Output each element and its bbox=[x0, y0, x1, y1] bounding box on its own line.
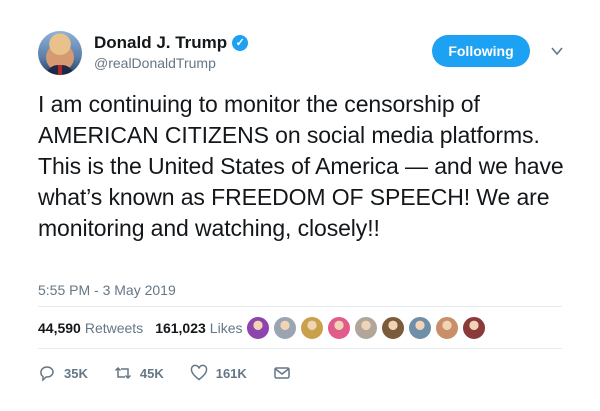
like-button[interactable]: 161K bbox=[190, 364, 247, 382]
avatar-tie bbox=[58, 65, 62, 75]
chevron-down-icon[interactable] bbox=[550, 44, 564, 58]
liker-avatar[interactable] bbox=[462, 316, 486, 340]
liker-avatar[interactable] bbox=[435, 316, 459, 340]
reply-button[interactable]: 35K bbox=[38, 364, 88, 382]
likes-count: 161,023 bbox=[155, 320, 206, 336]
reply-icon bbox=[40, 366, 54, 382]
reply-count: 35K bbox=[64, 365, 88, 381]
heart-icon bbox=[190, 364, 207, 381]
liker-avatar[interactable] bbox=[273, 316, 297, 340]
liker-avatar[interactable] bbox=[408, 316, 432, 340]
tweet-text: I am continuing to monitor the censorshi… bbox=[38, 91, 564, 241]
liker-avatar[interactable] bbox=[354, 316, 378, 340]
tweet-actions: 35K 45K 161K bbox=[38, 364, 317, 382]
user-handle[interactable]: @realDonaldTrump bbox=[94, 55, 216, 71]
likes-stat[interactable]: 161,023 Likes bbox=[155, 320, 242, 336]
liker-avatars bbox=[246, 316, 486, 340]
verified-badge-icon: ✓ bbox=[232, 35, 249, 51]
retweets-label: Retweets bbox=[84, 320, 144, 336]
tweet-card: Donald J. Trump ✓ @realDonaldTrump Follo… bbox=[0, 0, 600, 411]
liker-avatar[interactable] bbox=[381, 316, 405, 340]
following-button[interactable]: Following bbox=[432, 35, 530, 67]
display-name-text: Donald J. Trump bbox=[94, 33, 228, 52]
liker-avatar[interactable] bbox=[300, 316, 324, 340]
liker-avatar[interactable] bbox=[327, 316, 351, 340]
divider bbox=[38, 306, 562, 307]
like-count: 161K bbox=[215, 365, 247, 381]
direct-message-button[interactable] bbox=[273, 364, 291, 382]
engagement-stats: 44,590 Retweets 161,023 Likes bbox=[38, 320, 254, 336]
avatar[interactable] bbox=[38, 31, 82, 75]
tweet-timestamp[interactable]: 5:55 PM - 3 May 2019 bbox=[38, 282, 176, 298]
retweets-stat[interactable]: 44,590 Retweets bbox=[38, 320, 143, 336]
liker-avatar[interactable] bbox=[246, 316, 270, 340]
envelope-icon bbox=[274, 367, 290, 379]
display-name[interactable]: Donald J. Trump ✓ bbox=[94, 33, 249, 53]
divider bbox=[38, 348, 562, 349]
retweet-count: 45K bbox=[139, 365, 164, 381]
retweets-count: 44,590 bbox=[38, 320, 81, 336]
retweet-button[interactable]: 45K bbox=[114, 364, 164, 382]
retweet-icon bbox=[114, 366, 131, 380]
likes-label: Likes bbox=[209, 320, 243, 336]
